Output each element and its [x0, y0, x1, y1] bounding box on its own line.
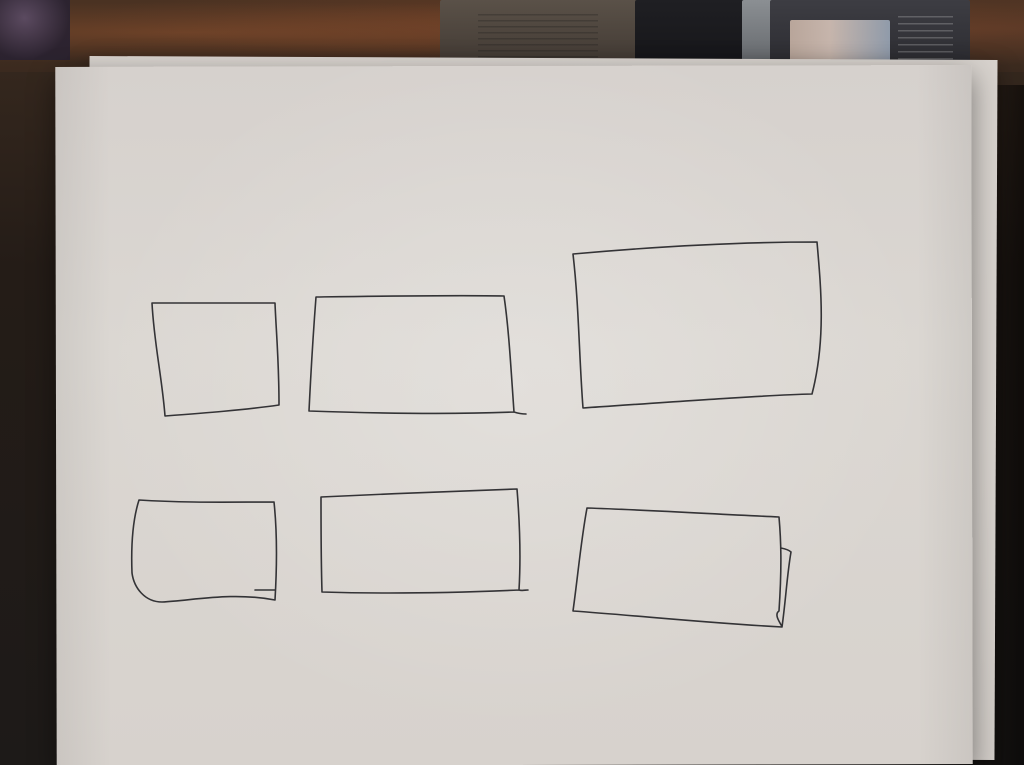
photo-scene — [0, 0, 1024, 765]
sketch-layer — [130, 241, 823, 628]
sketch-rectangle-5 — [320, 488, 529, 594]
sketch-rectangle-3 — [572, 241, 823, 409]
sketch-rectangle-4 — [130, 499, 278, 603]
sketch-rectangle-6 — [572, 507, 792, 628]
sketch-rectangle-1 — [151, 302, 280, 417]
sketch-rectangle-2 — [308, 294, 527, 415]
